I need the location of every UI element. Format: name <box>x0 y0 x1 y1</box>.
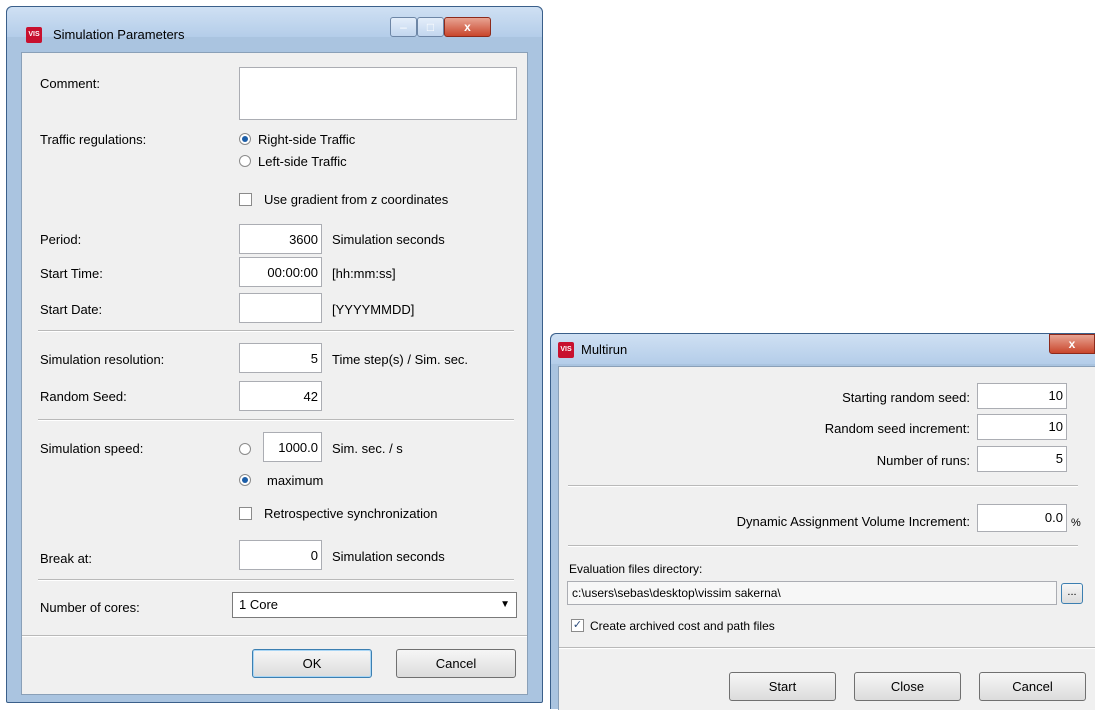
random-seed-label: Random Seed: <box>40 389 127 404</box>
dialog-body: Comment: Traffic regulations: Right-side… <box>21 52 528 695</box>
separator <box>568 545 1078 547</box>
close-dialog-button[interactable]: Close <box>854 672 961 701</box>
speed-maximum-radio[interactable] <box>239 474 251 486</box>
right-side-traffic-label: Right-side Traffic <box>258 132 356 147</box>
cancel-button[interactable]: Cancel <box>396 649 516 678</box>
number-of-runs-label: Number of runs: <box>876 453 970 468</box>
start-button[interactable]: Start <box>729 672 836 701</box>
left-side-traffic-label: Left-side Traffic <box>258 154 347 169</box>
speed-maximum-label: maximum <box>267 473 324 488</box>
left-side-traffic-radio[interactable] <box>239 155 251 167</box>
number-of-cores-select[interactable]: 1 Core ▼ <box>232 592 517 618</box>
title-bar[interactable]: VIS Simulation Parameters – □ x <box>7 7 542 43</box>
start-date-label: Start Date: <box>40 302 103 317</box>
simulation-speed-unit: Sim. sec. / s <box>332 441 403 456</box>
start-time-unit: [hh:mm:ss] <box>332 266 396 281</box>
dynamic-assignment-label: Dynamic Assignment Volume Increment: <box>736 514 970 529</box>
retrospective-sync-checkbox[interactable] <box>239 507 252 520</box>
random-seed-increment-input[interactable]: 10 <box>977 414 1067 440</box>
title-bar[interactable]: VIS Multirun x <box>551 334 1095 364</box>
dialog-body: Starting random seed: 10 Random seed inc… <box>558 366 1095 710</box>
random-seed-increment-label: Random seed increment: <box>824 421 970 436</box>
start-time-input[interactable]: 00:00:00 <box>239 257 322 287</box>
multirun-window: VIS Multirun x Starting random seed: 10 … <box>550 333 1095 710</box>
starting-random-seed-label: Starting random seed: <box>842 390 970 405</box>
comment-label: Comment: <box>40 76 100 91</box>
percent-unit: % <box>1071 517 1081 529</box>
random-seed-input[interactable]: 42 <box>239 381 322 411</box>
chevron-down-icon: ▼ <box>500 599 510 610</box>
minimize-button[interactable]: – <box>390 17 417 37</box>
separator <box>38 579 514 581</box>
app-icon: VIS <box>26 27 42 43</box>
browse-button[interactable]: ... <box>1061 583 1083 604</box>
start-time-label: Start Time: <box>40 266 103 281</box>
gradient-checkbox[interactable] <box>239 193 252 206</box>
number-of-runs-input[interactable]: 5 <box>977 446 1067 472</box>
break-at-unit: Simulation seconds <box>332 549 445 564</box>
break-at-input[interactable]: 0 <box>239 540 322 570</box>
period-label: Period: <box>40 232 82 247</box>
comment-input[interactable] <box>239 67 517 120</box>
break-at-label: Break at: <box>40 551 93 566</box>
start-date-unit: [YYYYMMDD] <box>332 302 415 317</box>
window-title: Simulation Parameters <box>53 27 185 42</box>
evaluation-directory-label: Evaluation files directory: <box>569 562 703 576</box>
traffic-regulations-label: Traffic regulations: <box>40 132 147 147</box>
simulation-resolution-label: Simulation resolution: <box>40 352 165 367</box>
speed-value-radio[interactable] <box>239 443 251 455</box>
ok-button[interactable]: OK <box>252 649 372 678</box>
period-unit: Simulation seconds <box>332 232 445 247</box>
period-input[interactable]: 3600 <box>239 224 322 254</box>
separator <box>559 647 1095 649</box>
separator <box>22 635 527 637</box>
gradient-label: Use gradient from z coordinates <box>264 192 449 207</box>
separator <box>38 419 514 421</box>
separator <box>38 330 514 332</box>
archive-files-checkbox[interactable]: ✓ <box>571 619 584 632</box>
app-icon: VIS <box>558 342 574 358</box>
simulation-speed-input[interactable]: 1000.0 <box>263 432 322 462</box>
simulation-resolution-unit: Time step(s) / Sim. sec. <box>332 352 469 367</box>
window-title: Multirun <box>581 342 628 357</box>
cancel-button[interactable]: Cancel <box>979 672 1086 701</box>
simulation-resolution-input[interactable]: 5 <box>239 343 322 373</box>
dynamic-assignment-input[interactable]: 0.0 <box>977 504 1067 532</box>
evaluation-directory-input[interactable]: c:\users\sebas\desktop\vissim sakerna\ <box>567 581 1057 605</box>
close-button[interactable]: x <box>444 17 491 37</box>
archive-files-label: Create archived cost and path files <box>590 619 775 633</box>
maximize-button[interactable]: □ <box>417 17 444 37</box>
retrospective-sync-label: Retrospective synchronization <box>264 506 438 521</box>
simulation-parameters-window: VIS Simulation Parameters – □ x Comment:… <box>6 6 543 703</box>
starting-random-seed-input[interactable]: 10 <box>977 383 1067 409</box>
start-date-input[interactable] <box>239 293 322 323</box>
number-of-cores-label: Number of cores: <box>40 600 140 615</box>
number-of-cores-value: 1 Core <box>239 597 279 612</box>
close-button[interactable]: x <box>1049 334 1095 354</box>
right-side-traffic-radio[interactable] <box>239 133 251 145</box>
checkmark-icon: ✓ <box>572 619 583 631</box>
separator <box>568 485 1078 487</box>
simulation-speed-label: Simulation speed: <box>40 441 144 456</box>
